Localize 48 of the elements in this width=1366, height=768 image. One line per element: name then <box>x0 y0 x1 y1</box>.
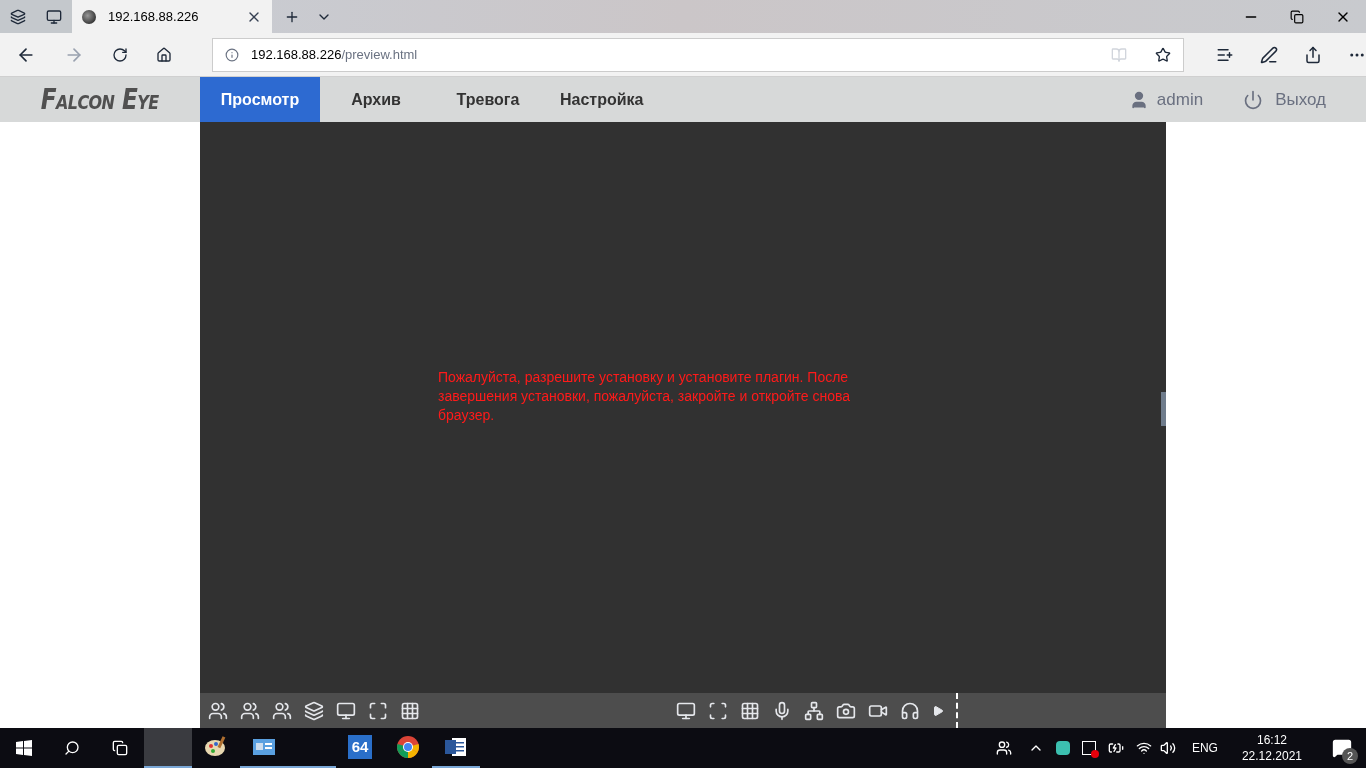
plugin-message: Пожалуйста, разрешите установку и установите плагин. После завершения установки, пожалуйста, закройте и откройте снова браузер. <box>438 368 852 425</box>
language-indicator[interactable]: ENG <box>1191 739 1218 757</box>
nav-tab[interactable]: Архив <box>320 77 432 122</box>
share-icon[interactable] <box>1304 45 1322 64</box>
nav-tab[interactable]: Просмотр <box>200 77 320 122</box>
clock[interactable]: 16:12 22.12.2021 <box>1233 732 1310 764</box>
clock-time: 16:12 <box>1256 732 1287 748</box>
alert-icon[interactable] <box>1081 741 1096 755</box>
volume-icon[interactable] <box>1159 740 1176 756</box>
clock-date: 22.12.2021 <box>1241 748 1302 764</box>
task-view-icon[interactable] <box>112 740 128 756</box>
document-icon <box>445 737 467 757</box>
wifi-icon[interactable] <box>1135 740 1152 756</box>
tab-title: 192.168.88.226 <box>108 7 200 26</box>
info-icon <box>225 47 239 62</box>
restore-icon[interactable] <box>1290 9 1304 24</box>
grid-icon[interactable] <box>400 700 420 721</box>
fullscreen-icon[interactable] <box>368 700 388 721</box>
window-icon <box>253 739 275 755</box>
address-field[interactable]: 192.168.88.226/preview.html <box>212 37 1184 72</box>
microphone-icon[interactable] <box>772 700 792 721</box>
headphones-icon[interactable] <box>900 700 920 721</box>
antivirus-icon[interactable] <box>1055 741 1070 755</box>
notification-count: 2 <box>1342 748 1358 764</box>
taskbar-app[interactable]: 64 <box>336 728 384 768</box>
play-icon[interactable] <box>932 704 944 717</box>
nav-tab[interactable]: Настройка <box>544 77 660 122</box>
nav-tab[interactable]: Тревога <box>432 77 544 122</box>
site-icon <box>82 9 96 24</box>
logo: Falcon Eye <box>41 80 159 118</box>
window-icon[interactable] <box>676 700 696 721</box>
network-icon[interactable] <box>804 700 824 721</box>
url-text: 192.168.88.226/preview.html <box>251 45 419 64</box>
refresh-icon[interactable] <box>112 46 128 63</box>
scroll-handle[interactable] <box>1161 392 1166 426</box>
pen-icon[interactable] <box>1260 45 1278 64</box>
home-icon[interactable] <box>156 46 172 63</box>
user-name[interactable]: admin <box>1156 86 1204 113</box>
browser-icon <box>397 736 419 758</box>
search-icon[interactable] <box>64 740 80 756</box>
palette-icon <box>204 736 228 758</box>
windows-icon[interactable] <box>16 740 32 756</box>
app-tile: 64 <box>348 735 372 759</box>
star-icon[interactable] <box>1155 46 1171 63</box>
power-icon[interactable] <box>1243 89 1264 110</box>
people-icon[interactable] <box>995 740 1012 756</box>
browser-tab[interactable]: 192.168.88.226 <box>72 0 272 33</box>
battery-icon[interactable] <box>1107 740 1124 756</box>
